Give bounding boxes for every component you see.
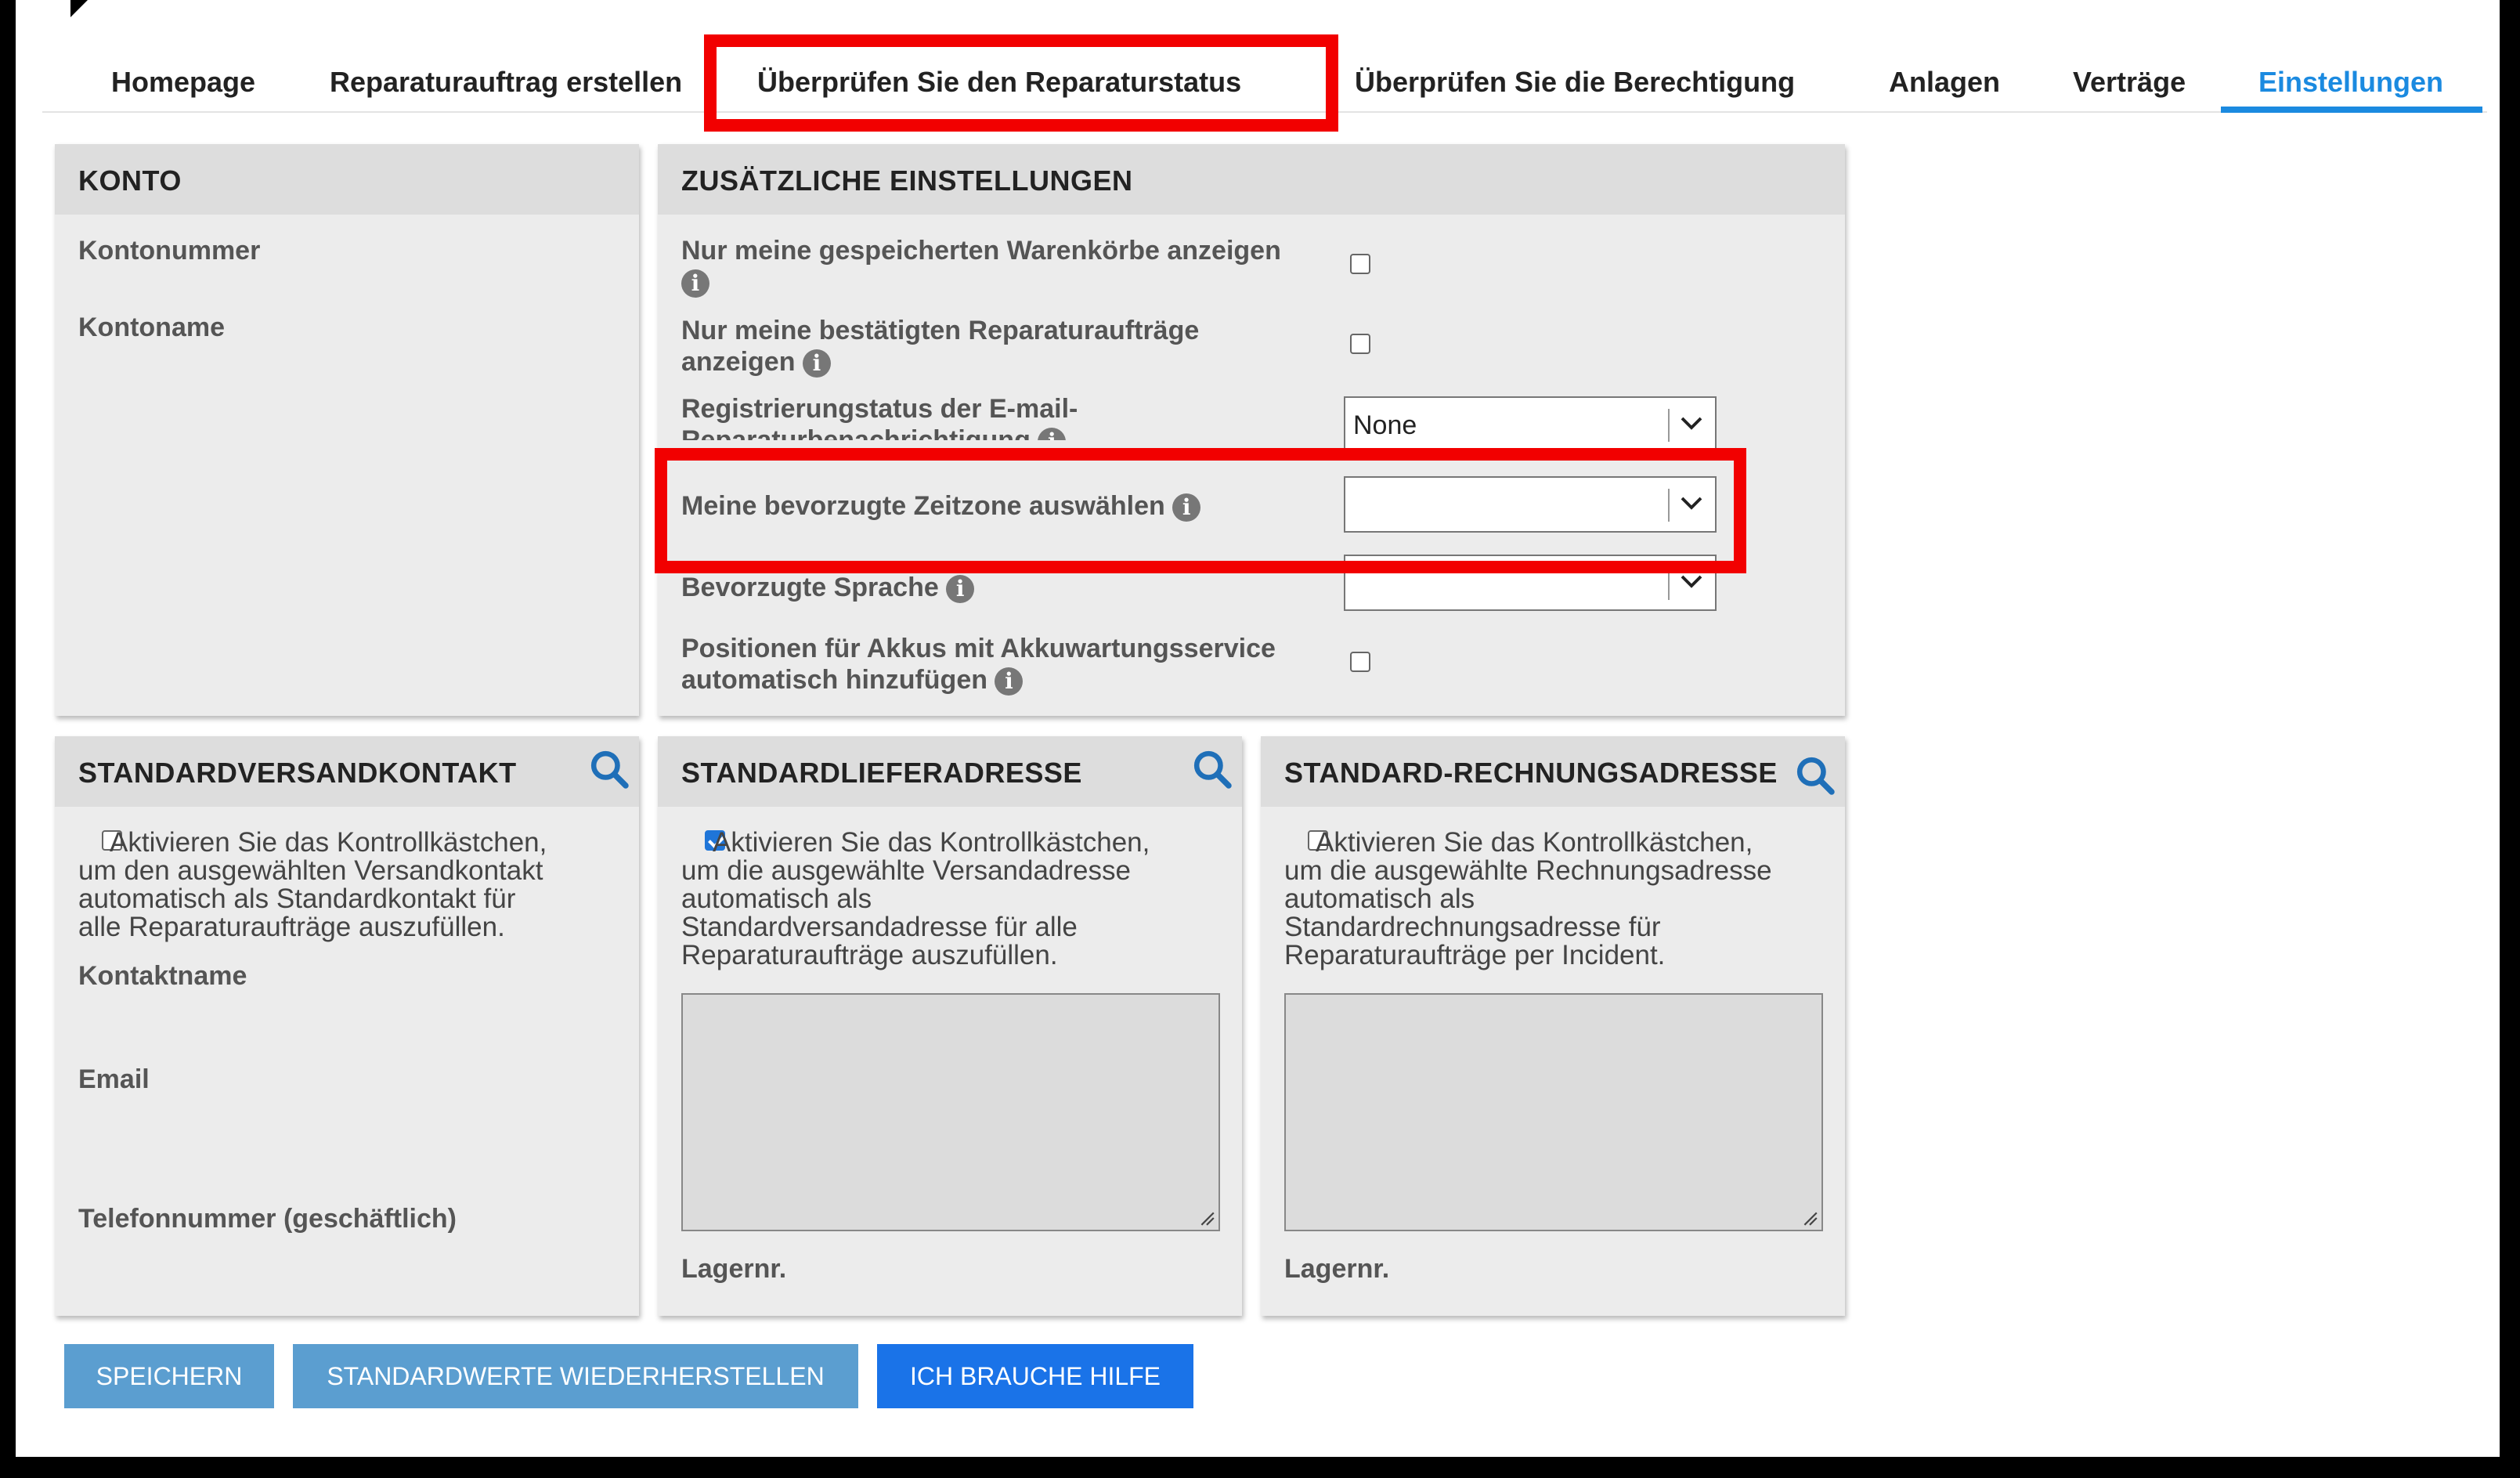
saved-carts-checkbox[interactable] [1350, 254, 1370, 274]
info-icon[interactable]: i [995, 667, 1024, 696]
chevron-down-icon [1681, 497, 1702, 510]
account-panel-title: KONTO [78, 164, 182, 197]
additional-settings-header: ZUSÄTZLICHE EINSTELLUNGEN [658, 144, 1845, 215]
contact-name-label: Kontaktname [78, 961, 247, 991]
help-button[interactable]: ICH BRAUCHE HILFE [877, 1344, 1193, 1408]
tab-contracts[interactable]: Verträge [2073, 66, 2186, 99]
corner-mark [70, 0, 88, 17]
chevron-down-icon [1681, 575, 1702, 588]
tab-create-repair[interactable]: Reparaturauftrag erstellen [330, 66, 682, 99]
email-status-select[interactable]: None [1344, 396, 1717, 453]
resize-grip-icon[interactable] [1801, 1209, 1818, 1227]
shipping-contact-description: Aktivieren Sie das Kontrollkästchen, um … [78, 827, 547, 942]
active-tab-indicator [2221, 107, 2482, 113]
info-icon[interactable]: i [1038, 428, 1067, 440]
confirmed-orders-label: Nur meine bestätigten Reparaturaufträge … [681, 316, 1200, 378]
additional-settings-title: ZUSÄTZLICHE EINSTELLUNGEN [681, 164, 1133, 197]
tab-eligibility[interactable]: Überprüfen Sie die Berechtigung [1355, 66, 1795, 99]
language-label: Bevorzugte Sprache i [681, 572, 975, 604]
info-icon[interactable]: i [802, 349, 831, 378]
shipping-contact-panel: STANDARDVERSANDKONTAKT Aktivieren Sie da… [55, 736, 639, 1316]
delivery-address-description: Aktivieren Sie das Kontrollkästchen, um … [681, 827, 1150, 970]
billing-address-description: Aktivieren Sie das Kontrollkästchen, um … [1284, 827, 1772, 970]
account-panel-header: KONTO [55, 144, 639, 215]
resize-grip-icon[interactable] [1198, 1209, 1215, 1227]
search-icon[interactable] [587, 747, 631, 791]
battery-label: Positionen für Akkus mit Akkuwartungsser… [681, 634, 1276, 696]
info-icon[interactable]: i [946, 575, 975, 604]
search-icon[interactable] [1793, 753, 1837, 797]
email-status-label: Registrierungstatus der E-mail- Reparatu… [681, 393, 1323, 440]
account-panel: KONTO Kontonummer Kontoname [55, 144, 639, 716]
email-status-label-wrap: Registrierungstatus der E-mail- Reparatu… [681, 393, 1323, 440]
tab-repair-status[interactable]: Überprüfen Sie den Reparaturstatus [757, 66, 1241, 99]
confirmed-orders-checkbox[interactable] [1350, 334, 1370, 354]
top-tabs: Homepage Reparaturauftrag erstellen Über… [42, 44, 2487, 113]
info-icon[interactable]: i [681, 269, 709, 298]
shipping-contact-header: STANDARDVERSANDKONTAKT [55, 736, 639, 807]
timezone-label: Meine bevorzugte Zeitzone auswählen i [681, 490, 1201, 522]
phone-label: Telefonnummer (geschäftlich) [78, 1204, 457, 1234]
info-icon[interactable]: i [1172, 493, 1201, 522]
search-icon[interactable] [1190, 747, 1234, 791]
billing-storage-label: Lagernr. [1284, 1254, 1390, 1284]
timezone-select[interactable] [1344, 476, 1717, 533]
account-name-label: Kontoname [78, 313, 225, 342]
restore-defaults-button[interactable]: STANDARDWERTE WIEDERHERSTELLEN [293, 1344, 858, 1408]
billing-address-panel: STANDARD-RECHNUNGSADRESSE Aktivieren Sie… [1261, 736, 1845, 1316]
delivery-address-header: STANDARDLIEFERADRESSE [658, 736, 1242, 807]
delivery-address-panel: STANDARDLIEFERADRESSE Aktivieren Sie das… [658, 736, 1242, 1316]
save-button[interactable]: SPEICHERN [64, 1344, 274, 1408]
app-window: Homepage Reparaturauftrag erstellen Über… [16, 0, 2500, 1457]
additional-settings-panel: ZUSÄTZLICHE EINSTELLUNGEN Nur meine gesp… [658, 144, 1845, 716]
delivery-address-textarea[interactable] [681, 993, 1220, 1231]
billing-address-title: STANDARD-RECHNUNGSADRESSE [1284, 757, 1778, 789]
delivery-address-title: STANDARDLIEFERADRESSE [681, 757, 1082, 789]
language-select[interactable] [1344, 555, 1717, 611]
tab-settings[interactable]: Einstellungen [2258, 66, 2443, 99]
battery-checkbox[interactable] [1350, 652, 1370, 672]
chevron-down-icon [1681, 417, 1702, 430]
email-label: Email [78, 1064, 150, 1094]
delivery-storage-label: Lagernr. [681, 1254, 787, 1284]
tab-assets[interactable]: Anlagen [1889, 66, 2000, 99]
billing-address-textarea[interactable] [1284, 993, 1823, 1231]
saved-carts-label: Nur meine gespeicherten Warenkörbe anzei… [681, 236, 1281, 298]
tab-homepage[interactable]: Homepage [111, 66, 255, 99]
shipping-contact-title: STANDARDVERSANDKONTAKT [78, 757, 517, 789]
account-number-label: Kontonummer [78, 236, 261, 266]
billing-address-header: STANDARD-RECHNUNGSADRESSE [1261, 736, 1845, 807]
